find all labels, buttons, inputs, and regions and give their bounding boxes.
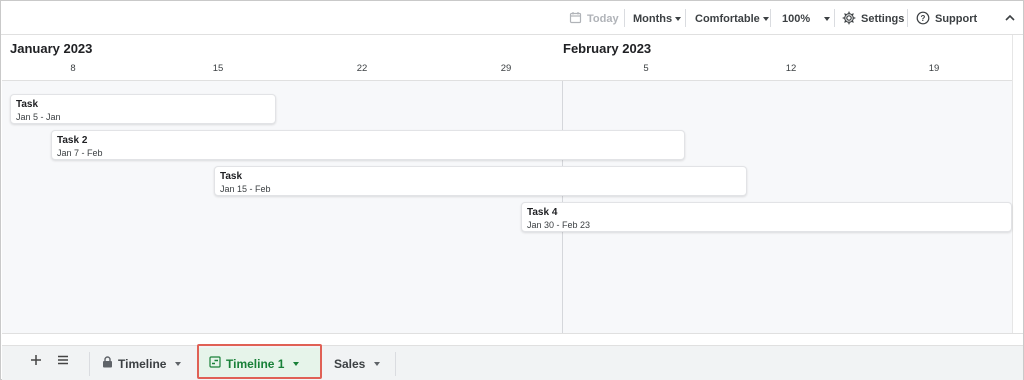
toolbar-divider	[907, 9, 908, 27]
zoom-dropdown[interactable]: 100%	[782, 10, 831, 28]
months-dropdown[interactable]: Months	[633, 10, 682, 28]
help-icon: ?	[916, 11, 930, 28]
day-label: 19	[928, 63, 940, 74]
task-title: Task 2	[57, 135, 88, 146]
toolbar-divider	[685, 9, 686, 27]
support-button[interactable]: ? Support	[916, 10, 977, 28]
task-card[interactable]: Task Jan 15 - Feb	[214, 166, 747, 196]
task-dates: Jan 7 - Feb	[57, 148, 103, 158]
tab-sales[interactable]: Sales	[324, 348, 390, 379]
settings-button[interactable]: Settings	[842, 10, 904, 28]
zoom-label: 100%	[782, 13, 811, 25]
task-title: Task	[220, 171, 243, 182]
support-label: Support	[935, 13, 978, 25]
day-label: 8	[70, 63, 76, 74]
gear-icon	[842, 11, 856, 28]
toolbar-divider	[624, 9, 625, 27]
chevron-down-icon	[824, 17, 831, 21]
toolbar-divider	[834, 9, 835, 27]
task-dates: Jan 30 - Feb 23	[527, 220, 591, 230]
list-icon	[58, 355, 68, 365]
svg-text:?: ?	[921, 14, 926, 23]
lock-icon	[102, 356, 113, 371]
task-dates: Jan 5 - Jan	[16, 112, 61, 122]
timeline-toolbar: Today Months Comfortable 100% Settings ?	[1, 1, 1023, 35]
active-tab-highlight	[197, 344, 322, 379]
task-card[interactable]: Task 4 Jan 30 - Feb 23	[521, 202, 1012, 232]
task-card[interactable]: Task Jan 5 - Jan	[10, 94, 276, 124]
chevron-down-icon	[374, 361, 381, 366]
horizontal-scrollbar[interactable]	[2, 333, 1023, 345]
day-label: 29	[500, 63, 512, 74]
task-dates: Jan 15 - Feb	[220, 184, 271, 194]
sheet-tab-bar: Timeline Timeline 1 Sales	[2, 345, 1023, 380]
day-label: 22	[356, 63, 368, 74]
settings-label: Settings	[861, 13, 905, 25]
tab-divider	[395, 352, 396, 376]
task-title: Task	[16, 99, 39, 110]
month-label: February 2023	[563, 41, 652, 56]
today-button[interactable]: Today	[569, 10, 619, 28]
calendar-icon	[569, 11, 582, 27]
day-label: 5	[643, 63, 649, 74]
add-sheet-button[interactable]	[30, 353, 42, 370]
month-label: January 2023	[10, 41, 93, 56]
months-label: Months	[633, 13, 673, 25]
density-dropdown[interactable]: Comfortable	[695, 10, 769, 28]
chevron-down-icon	[675, 17, 682, 21]
vertical-scrollbar[interactable]	[1012, 35, 1023, 333]
density-label: Comfortable	[695, 13, 760, 25]
task-card[interactable]: Task 2 Jan 7 - Feb	[51, 130, 685, 160]
tab-label: Sales	[334, 356, 366, 371]
chevron-down-icon	[175, 361, 182, 366]
app-frame: Today Months Comfortable 100% Settings ?	[0, 0, 1024, 380]
tab-timeline[interactable]: Timeline	[92, 348, 191, 379]
all-sheets-button[interactable]	[57, 353, 69, 370]
plus-icon	[31, 355, 41, 365]
chevron-up-icon	[1005, 13, 1015, 25]
day-label: 12	[785, 63, 797, 74]
chevron-down-icon	[762, 17, 769, 21]
collapse-button[interactable]	[1005, 10, 1015, 28]
today-label: Today	[587, 13, 619, 25]
day-label: 15	[212, 63, 224, 74]
toolbar-divider	[770, 9, 771, 27]
tab-divider	[89, 352, 90, 376]
task-title: Task 4	[527, 207, 558, 218]
tab-label: Timeline	[118, 356, 167, 371]
